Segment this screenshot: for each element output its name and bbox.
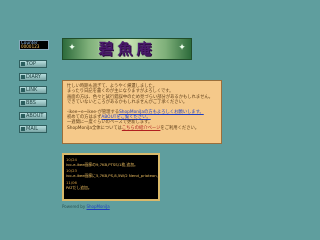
fish-icon [21, 127, 25, 131]
nav-item-label: DIARY [26, 74, 41, 80]
notice-text: をご利用ください。 [160, 125, 200, 131]
powered-by-link[interactable]: ShopMoniJa [86, 204, 109, 209]
update-log: 10/24 ivo-e-ikee画廊の9,7KB,PTSS/1枚,追加。 10/… [62, 153, 160, 201]
nav-item-label: MAIL [26, 126, 38, 132]
log-text: ivo-e-ikee画廊に5,7KB,PS,8,5W/2 Nend_priote… [66, 173, 160, 179]
nav-item-link[interactable]: LINK [19, 86, 47, 94]
nav-item-label: BBS [26, 100, 36, 106]
site-banner: ✦ 碧魚庵 ✦ [62, 38, 192, 60]
notice-panel: 忙しい時期も過ぎて、ようやく帰還しました。 まったり日記を書くのが主になりますが… [62, 80, 222, 144]
fish-icon [21, 114, 25, 118]
nav-item-diary[interactable]: DIARY [19, 73, 47, 81]
notice-text: ShopMoniJa全体については [67, 125, 122, 131]
nav-item-about[interactable]: ABOUT [19, 112, 47, 120]
nav-item-label: ABOUT [26, 113, 44, 119]
intro-page-link[interactable]: こちらの紹介ページ [122, 126, 161, 131]
nav-item-bbs[interactable]: BBS [19, 99, 47, 107]
nav-item-top[interactable]: TOP [19, 60, 47, 68]
right-ornament-icon: ✦ [178, 43, 186, 53]
fish-icon [21, 101, 25, 105]
shopmonija-link[interactable]: ShopMoniJaの方もよろしくお願いします。 [119, 110, 204, 115]
fish-icon [21, 88, 25, 92]
side-navigation: TOP DIARY LINK BBS ABOUT MAIL [19, 60, 47, 138]
nav-item-mail[interactable]: MAIL [19, 125, 47, 133]
nav-item-label: LINK [26, 87, 38, 93]
powered-by-label: Powered by [62, 204, 86, 209]
notice-line: ShopMoniJa全体についてはこちらの紹介ページをご利用ください。 [67, 126, 217, 131]
access-counter: Counter 0000123 [19, 40, 49, 50]
log-text: PATだし追加。 [66, 184, 92, 190]
fish-icon [21, 62, 25, 66]
powered-by: Powered by ShopMoniJa [62, 204, 110, 209]
nav-item-label: TOP [26, 61, 37, 67]
site-title: 碧魚庵 [98, 40, 156, 58]
fish-icon [21, 75, 25, 79]
notice-text: -ikee~e~ikee-が管理する [67, 109, 120, 115]
counter-value: 0000123 [21, 44, 40, 49]
